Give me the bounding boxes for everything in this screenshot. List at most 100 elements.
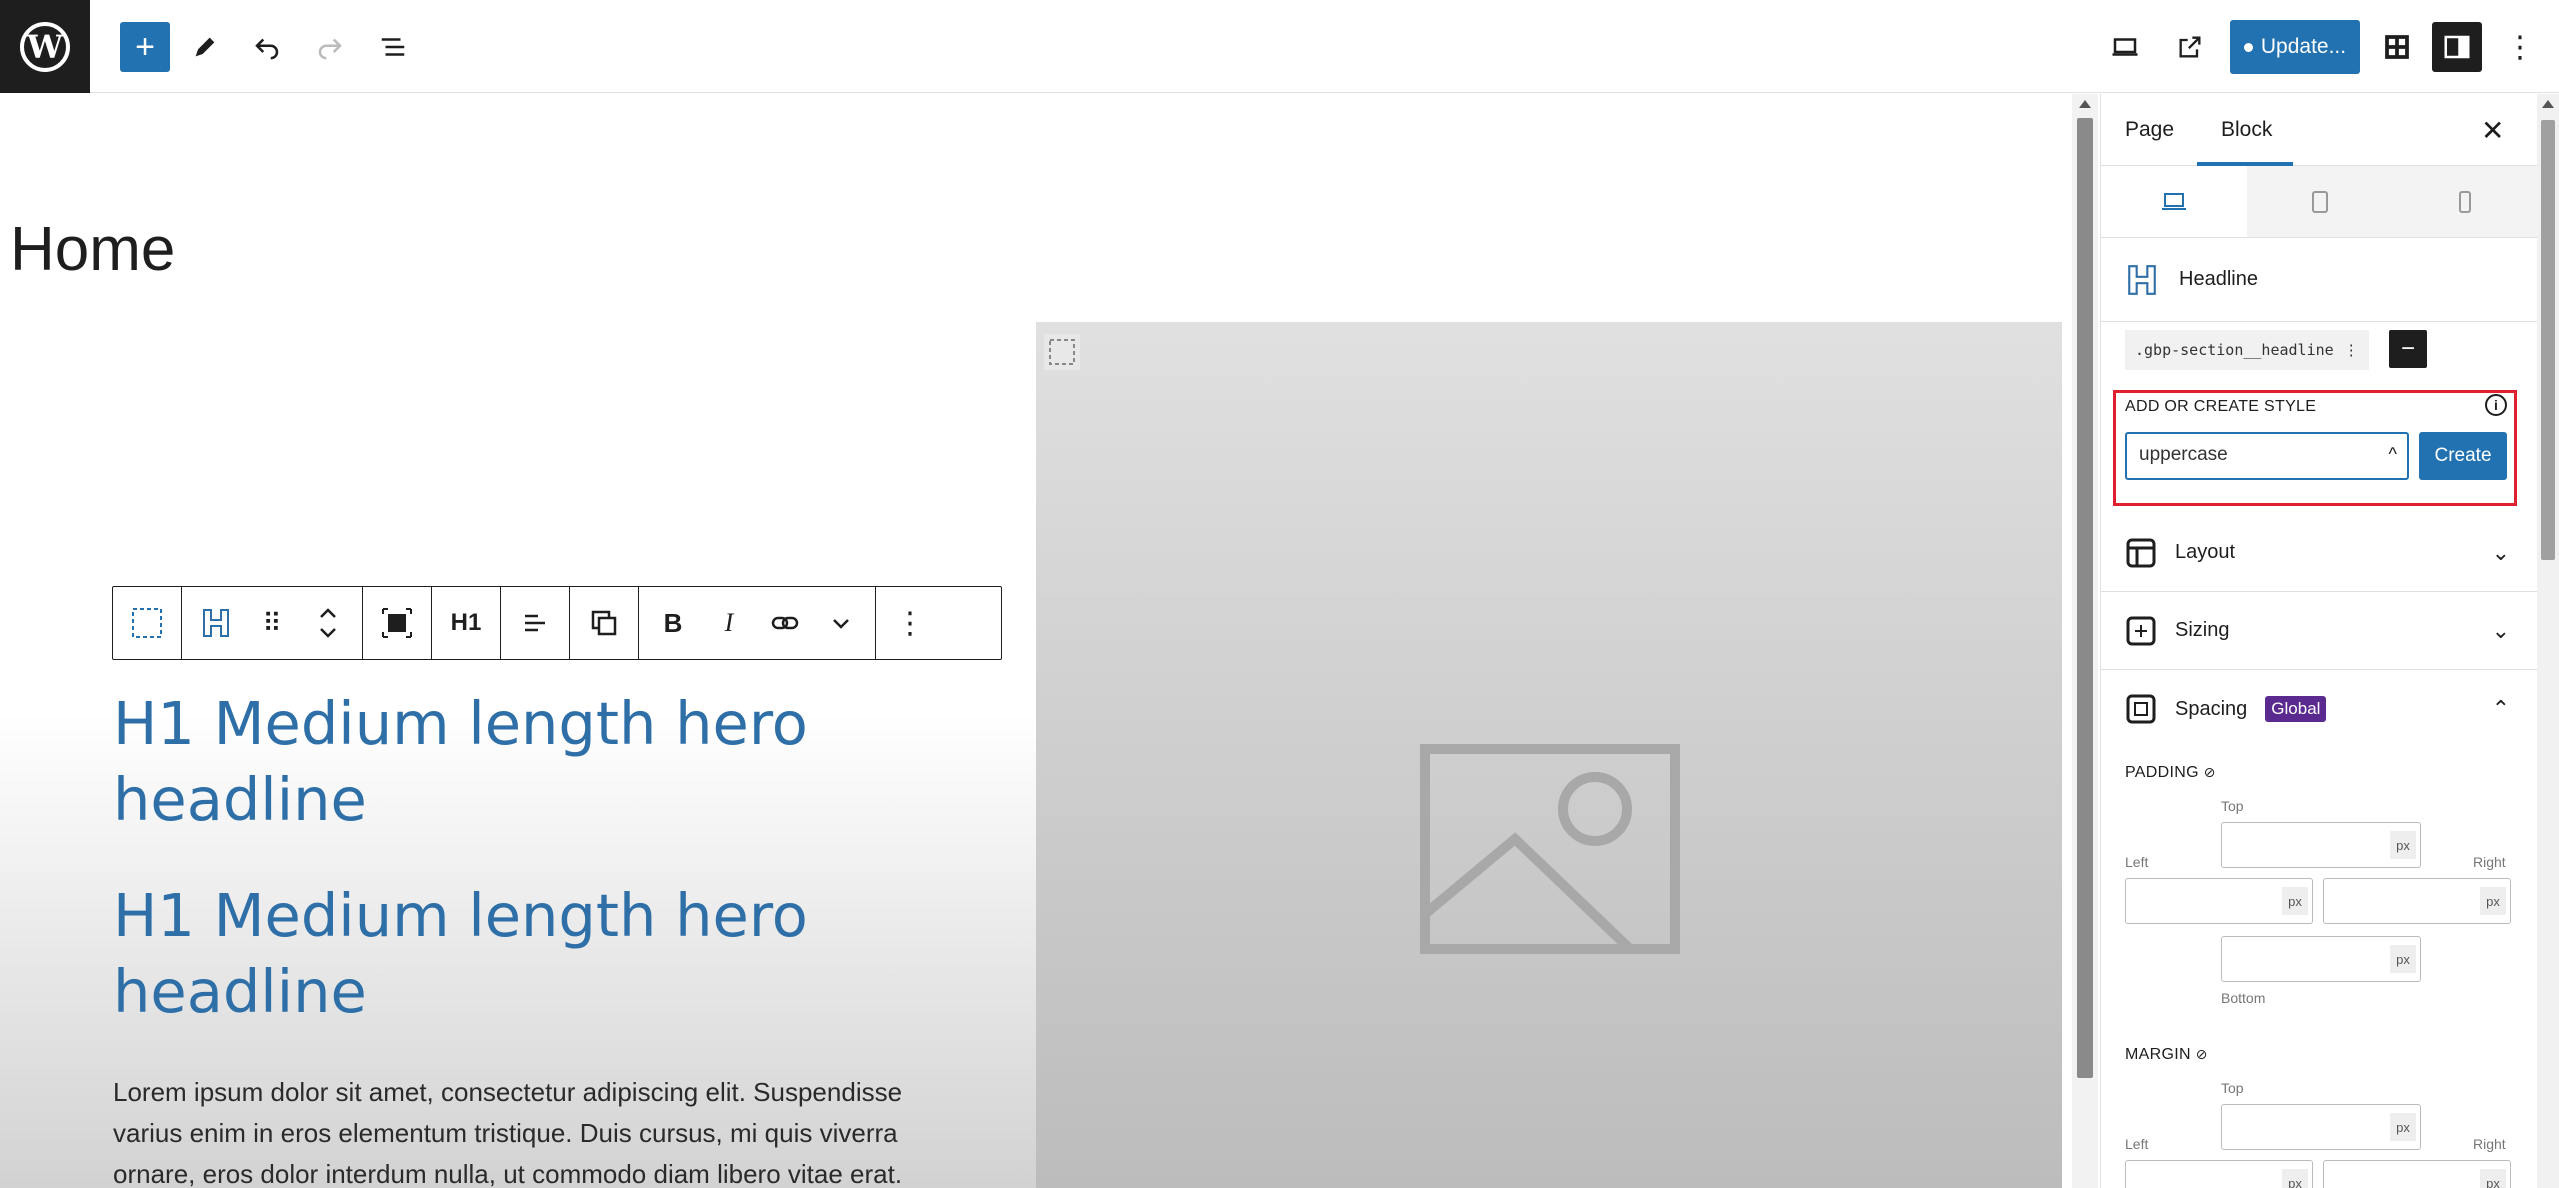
unit-select[interactable]: px — [2480, 887, 2506, 915]
padding-left-label: Left — [2125, 854, 2149, 870]
unit-select[interactable]: px — [2282, 887, 2308, 915]
document-overview-button[interactable] — [368, 22, 418, 72]
link-button[interactable] — [763, 601, 807, 645]
settings-sidebar-toggle[interactable] — [2432, 22, 2482, 72]
chevron-down-icon: ⌄ — [2491, 618, 2510, 643]
more-formats-button[interactable] — [819, 601, 863, 645]
italic-button[interactable]: I — [707, 601, 751, 645]
desktop-icon — [2161, 192, 2186, 210]
margin-right-input[interactable]: px — [2323, 1160, 2511, 1188]
info-icon[interactable]: i — [2485, 394, 2507, 416]
margin-right-label: Right — [2473, 1136, 2506, 1152]
padding-label: PADDING ⊘ — [2125, 764, 2216, 782]
chevron-up-icon[interactable]: ^ — [2389, 444, 2397, 465]
padding-right-input[interactable]: px — [2323, 878, 2511, 924]
copy-icon — [591, 610, 617, 636]
headline-block-icon — [203, 609, 229, 637]
block-toolbar: ⠿ H1 B I ⋮ — [112, 586, 1002, 660]
toolbar-move-group: ⠿ — [182, 587, 363, 659]
tab-block[interactable]: Block — [2221, 118, 2272, 142]
unit-select[interactable]: px — [2390, 831, 2416, 859]
panel-sizing[interactable]: Sizing ⌄ — [2101, 592, 2538, 670]
paragraph-block[interactable]: Lorem ipsum dolor sit amet, consectetur … — [113, 1072, 933, 1188]
style-input[interactable] — [2139, 444, 2369, 466]
options-menu-button[interactable]: ⋮ — [2495, 22, 2545, 72]
redo-button[interactable] — [305, 22, 355, 72]
align-width-button[interactable] — [375, 601, 419, 645]
panel-layout[interactable]: Layout ⌄ — [2101, 514, 2538, 592]
select-parent-button[interactable] — [125, 601, 169, 645]
text-align-button[interactable] — [513, 601, 557, 645]
toolbar-options-group: ⋮ — [876, 587, 944, 659]
copy-styles-button[interactable] — [582, 601, 626, 645]
more-vertical-icon[interactable]: ⋮ — [2344, 341, 2359, 359]
external-link-icon — [2179, 36, 2201, 58]
undo-button[interactable] — [242, 22, 292, 72]
padding-top-label: Top — [2221, 798, 2244, 814]
toolbar-align-group — [501, 587, 570, 659]
unit-select[interactable]: px — [2480, 1169, 2506, 1188]
more-vertical-icon: ⋮ — [2505, 30, 2535, 64]
close-sidebar-button[interactable]: ✕ — [2481, 114, 2504, 147]
bold-button[interactable]: B — [651, 601, 695, 645]
toolbar-format-group: B I — [639, 587, 876, 659]
create-style-button[interactable]: Create — [2419, 432, 2507, 480]
headline-block-icon — [2128, 264, 2156, 295]
headline-block[interactable]: H1 Medium length hero headline — [113, 686, 913, 838]
generateblocks-button[interactable] — [2372, 22, 2422, 72]
list-view-icon — [381, 38, 405, 56]
chevron-up-down-icon — [320, 608, 336, 638]
wordpress-icon: W — [20, 21, 70, 72]
margin-label: MARGIN ⊘ — [2125, 1046, 2208, 1064]
unit-select[interactable]: px — [2390, 1113, 2416, 1141]
sidebar-scrollbar-thumb[interactable] — [2541, 120, 2555, 560]
tablet-icon — [2311, 190, 2328, 213]
chevron-down-icon — [833, 619, 849, 629]
margin-label-text: MARGIN — [2125, 1046, 2191, 1063]
padding-top-input[interactable]: px — [2221, 822, 2421, 868]
toolbar-styles-group — [570, 587, 639, 659]
padding-bottom-input[interactable]: px — [2221, 936, 2421, 982]
margin-top-input[interactable]: px — [2221, 1104, 2421, 1150]
padding-right-label: Right — [2473, 854, 2506, 870]
tab-page[interactable]: Page — [2125, 118, 2174, 142]
block-card: Headline — [2101, 238, 2538, 322]
unit-select[interactable]: px — [2282, 1169, 2308, 1188]
select-parent-icon[interactable] — [1040, 330, 1084, 374]
device-tab-desktop[interactable] — [2101, 166, 2247, 237]
scroll-up-arrow-icon[interactable] — [2079, 100, 2091, 108]
view-page-button[interactable] — [2165, 22, 2215, 72]
full-width-icon — [382, 608, 412, 638]
class-chip[interactable]: .gbp-section__headline ⋮ — [2125, 330, 2369, 370]
margin-left-input[interactable]: px — [2125, 1160, 2313, 1188]
undo-icon — [255, 38, 279, 60]
link-unlink-icon[interactable]: ⊘ — [2204, 764, 2216, 780]
drag-handle[interactable]: ⠿ — [250, 601, 294, 645]
dashed-square-icon — [132, 608, 162, 638]
toolbar-select-group — [113, 587, 182, 659]
scroll-up-arrow-icon[interactable] — [2542, 100, 2554, 108]
wordpress-logo[interactable]: W — [0, 0, 90, 93]
style-combobox[interactable]: ^ — [2125, 432, 2409, 480]
update-button[interactable]: Update... — [2230, 20, 2360, 74]
add-block-button[interactable]: + — [120, 22, 170, 72]
unit-select[interactable]: px — [2390, 945, 2416, 973]
move-up-down-button[interactable] — [306, 601, 350, 645]
panel-spacing[interactable]: Spacing Global ⌃ — [2101, 670, 2538, 748]
block-options-button[interactable]: ⋮ — [888, 601, 932, 645]
canvas-scrollbar-thumb[interactable] — [2077, 118, 2093, 1078]
redo-icon — [318, 38, 342, 60]
block-type-button[interactable] — [194, 601, 238, 645]
padding-left-input[interactable]: px — [2125, 878, 2313, 924]
device-tab-tablet[interactable] — [2246, 166, 2393, 237]
headline-block[interactable]: H1 Medium length hero headline — [113, 878, 913, 1030]
heading-level-button[interactable]: H1 — [444, 601, 488, 645]
remove-class-button[interactable]: − — [2389, 330, 2427, 368]
page-title[interactable]: Home — [10, 214, 175, 285]
device-tab-mobile[interactable] — [2392, 166, 2539, 237]
edit-tools-button[interactable] — [180, 22, 230, 72]
editor-canvas[interactable]: Home ⠿ H1 B I ⋮ H1 Medium length hero he… — [0, 94, 2062, 1188]
link-unlink-icon[interactable]: ⊘ — [2196, 1046, 2208, 1062]
status-dot-icon — [2243, 42, 2253, 52]
preview-button[interactable] — [2100, 22, 2150, 72]
